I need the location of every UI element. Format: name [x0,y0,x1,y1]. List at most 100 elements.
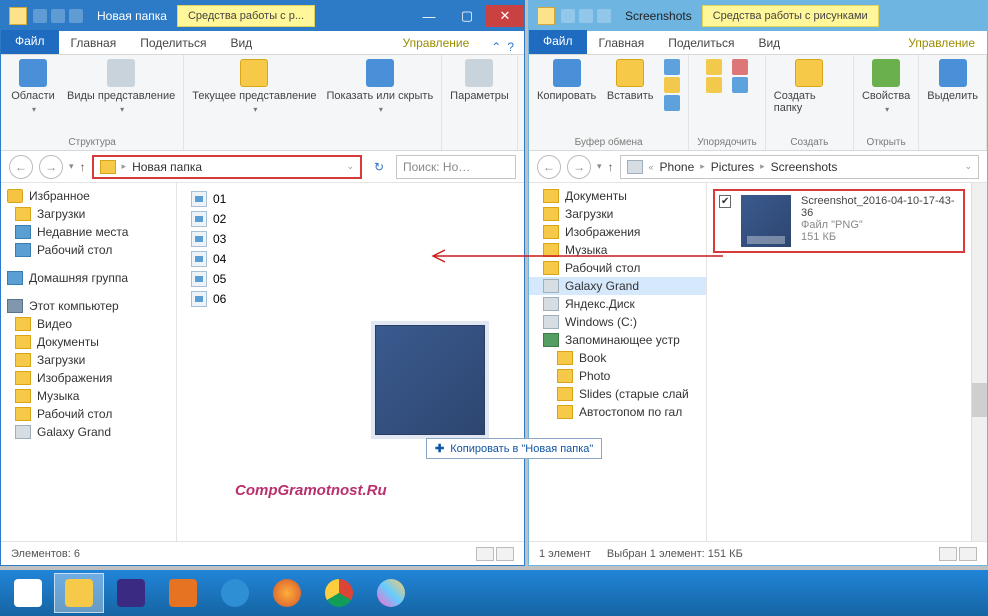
tree-video[interactable]: Видео [1,315,176,333]
tab-manage[interactable]: Управление [896,32,987,54]
crumb[interactable]: Screenshots [771,160,838,174]
tree-recent[interactable]: Недавние места [1,223,176,241]
ribbon-help[interactable]: ⌃? [481,40,524,54]
panes-button[interactable]: Области▾ [9,59,57,114]
tree-galaxy[interactable]: Galaxy Grand [1,423,176,441]
tree-homegroup[interactable]: Домашняя группа [1,269,176,287]
current-view-button[interactable]: Текущее представление▾ [192,59,316,114]
tree-music[interactable]: Музыка [1,387,176,405]
qat[interactable] [561,9,611,23]
list-item[interactable]: 01 [187,189,514,209]
tree-images[interactable]: Изображения [1,369,176,387]
tree-desktop2[interactable]: Рабочий стол [1,405,176,423]
context-tab-label[interactable]: Средства работы с рисунками [702,5,879,27]
tab-home[interactable]: Главная [59,32,129,54]
tree-favorites[interactable]: Избранное [1,187,176,205]
nav-tree[interactable]: Документы Загрузки Изображения Музыка Ра… [529,183,707,541]
up-button[interactable]: ↑ [80,160,86,174]
taskbar[interactable] [0,570,988,616]
tree-docs[interactable]: Документы [529,187,706,205]
file-item-selected[interactable]: ✔ Screenshot_2016-04-10-17-43-36 Файл "P… [713,189,965,253]
tab-view[interactable]: Вид [218,32,264,54]
group-label: Буфер обмена [575,137,643,148]
copy-button[interactable]: Копировать [537,59,596,111]
properties-button[interactable]: Свойства▾ [862,59,910,114]
titlebar[interactable]: Screenshots Средства работы с рисунками [529,1,987,31]
crumb[interactable]: Новая папка [132,160,202,174]
titlebar[interactable]: Новая папка Средства работы с р... — ▢ ✕ [1,1,524,31]
file-tab[interactable]: Файл [1,30,59,54]
tree-book[interactable]: Book [529,349,706,367]
group-label: Открыть [866,137,905,148]
back-button[interactable]: ← [537,155,561,179]
up-button[interactable]: ↑ [608,160,614,174]
paste-button[interactable]: Вставить [606,59,654,111]
crumb[interactable]: Phone [660,160,695,174]
taskbar-app-1[interactable] [106,573,156,613]
thumbnail [741,195,791,247]
breadcrumb[interactable]: « Phone▸ Pictures▸ Screenshots ⌄ [620,155,979,179]
tab-share[interactable]: Поделиться [656,32,746,54]
tab-home[interactable]: Главная [587,32,657,54]
chevron-up-icon[interactable]: ⌃ [491,40,501,54]
tab-manage[interactable]: Управление [391,32,482,54]
views-button[interactable]: Виды представление▾ [67,59,175,114]
view-toggle[interactable] [939,547,977,561]
tree-galaxy[interactable]: Galaxy Grand [529,277,706,295]
taskbar-firefox[interactable] [262,573,312,613]
tree-windows-c[interactable]: Windows (C:) [529,313,706,331]
tree-yadisk[interactable]: Яндекс.Диск [529,295,706,313]
minimize-button[interactable]: — [410,5,448,27]
tree-docs[interactable]: Документы [1,333,176,351]
show-hide-button[interactable]: Показать или скрыть▾ [326,59,433,114]
nav-tree[interactable]: Избранное Загрузки Недавние места Рабочи… [1,183,177,541]
history-dropdown-icon[interactable]: ▾ [69,161,74,172]
list-item[interactable]: 02 [187,209,514,229]
taskbar-paint[interactable] [366,573,416,613]
qat[interactable] [33,9,83,23]
tree-thispc[interactable]: Этот компьютер [1,297,176,315]
taskbar-chrome[interactable] [314,573,364,613]
tab-share[interactable]: Поделиться [128,32,218,54]
select-button[interactable]: Выделить [927,59,978,102]
tab-view[interactable]: Вид [746,32,792,54]
tree-storage[interactable]: Запоминающее устр [529,331,706,349]
scrollbar[interactable] [971,183,987,541]
forward-button[interactable]: → [39,155,63,179]
tree-autostop[interactable]: Автостопом по гал [529,403,706,421]
tree-downloads2[interactable]: Загрузки [1,351,176,369]
back-button[interactable]: ← [9,155,33,179]
file-list[interactable]: ✔ Screenshot_2016-04-10-17-43-36 Файл "P… [707,183,971,541]
checkbox-icon[interactable]: ✔ [719,195,731,208]
maximize-button[interactable]: ▢ [448,5,486,27]
list-item[interactable]: 05 [187,269,514,289]
new-folder-button[interactable]: Создать папку [774,59,845,114]
search-input[interactable]: Поиск: Но… [396,155,516,179]
tree-downloads[interactable]: Загрузки [1,205,176,223]
taskbar-explorer[interactable] [54,573,104,613]
breadcrumb[interactable]: ▸ Новая папка ⌄ [92,155,362,179]
options-button[interactable]: Параметры [450,59,509,102]
organize-small2[interactable] [732,59,748,93]
taskbar-ie[interactable] [210,573,260,613]
history-dropdown-icon[interactable]: ▾ [597,161,602,172]
help-icon[interactable]: ? [507,40,514,54]
list-item[interactable]: 03 [187,229,514,249]
organize-small[interactable] [706,59,722,93]
forward-button[interactable]: → [567,155,591,179]
context-tab-label[interactable]: Средства работы с р... [177,5,315,27]
taskbar-app-2[interactable] [158,573,208,613]
view-toggle[interactable] [476,547,514,561]
crumb[interactable]: Pictures [711,160,754,174]
file-tab[interactable]: Файл [529,30,587,54]
tree-downloads[interactable]: Загрузки [529,205,706,223]
tree-photo[interactable]: Photo [529,367,706,385]
tree-slides[interactable]: Slides (старые слай [529,385,706,403]
list-item[interactable]: 06 [187,289,514,309]
clipboard-small[interactable] [664,59,680,111]
tree-desktop[interactable]: Рабочий стол [1,241,176,259]
tree-images[interactable]: Изображения [529,223,706,241]
refresh-button[interactable]: ↻ [368,156,390,178]
start-button[interactable] [4,573,52,613]
close-button[interactable]: ✕ [486,5,524,27]
